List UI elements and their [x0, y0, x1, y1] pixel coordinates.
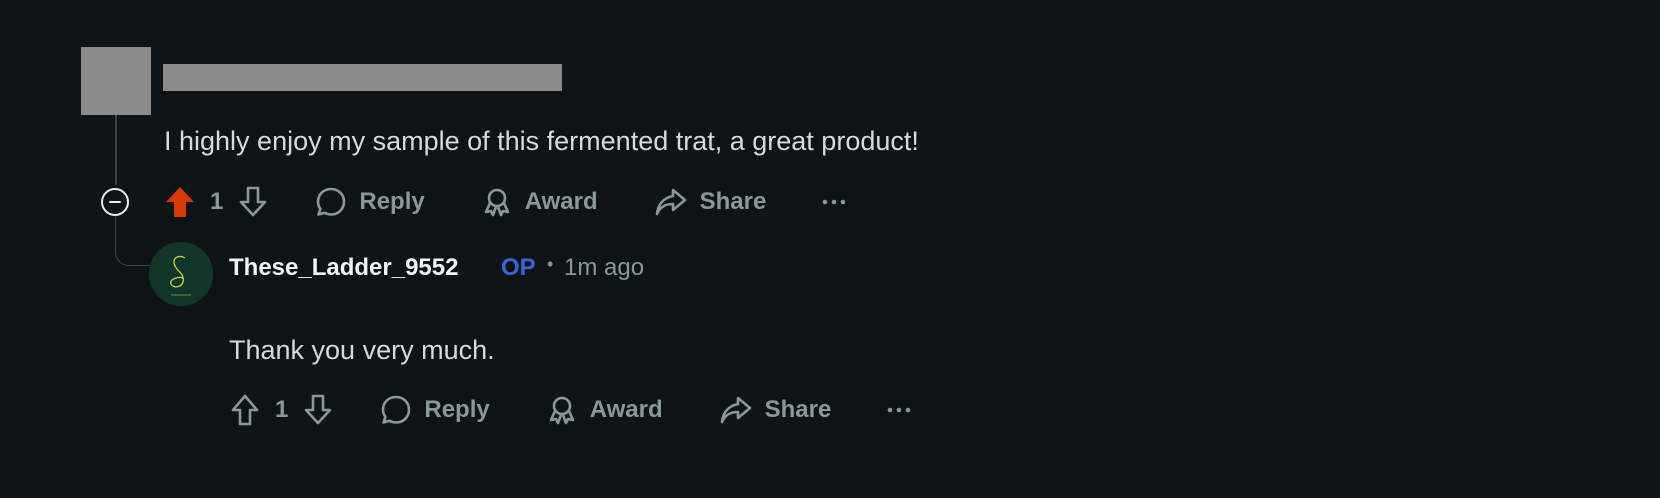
reply-award-label: Award: [589, 396, 663, 423]
upvote-icon[interactable]: [229, 393, 261, 427]
reply-reply-button[interactable]: Reply: [380, 394, 490, 426]
share-icon: [654, 186, 688, 218]
parent-comment-text: I highly enjoy my sample of this ferment…: [164, 126, 919, 156]
redacted-username: [163, 64, 562, 91]
downvote-icon[interactable]: [237, 185, 269, 219]
parent-reply-label: Reply: [359, 188, 425, 215]
username-link[interactable]: These_Ladder_9552: [229, 254, 458, 282]
parent-share-button[interactable]: Share: [654, 186, 767, 218]
reply-action-row: 1 Reply Award Share: [229, 390, 911, 430]
comment-icon: [380, 394, 412, 426]
parent-share-label: Share: [699, 188, 767, 215]
op-badge: OP: [501, 254, 536, 281]
parent-action-row: 1 Reply Award Share: [164, 182, 846, 222]
downvote-icon[interactable]: [302, 393, 334, 427]
thread-line: [115, 115, 117, 185]
more-icon[interactable]: [887, 406, 911, 414]
more-icon[interactable]: [822, 198, 846, 206]
parent-award-label: Award: [524, 188, 598, 215]
upvote-icon[interactable]: [164, 185, 196, 219]
reply-award-button[interactable]: Award: [546, 394, 663, 426]
collapse-icon[interactable]: [101, 188, 129, 216]
reply-share-button[interactable]: Share: [719, 394, 832, 426]
parent-reply-button[interactable]: Reply: [315, 186, 425, 218]
comment-timestamp[interactable]: 1m ago: [564, 254, 644, 282]
thread-connector: [115, 215, 150, 266]
avatar[interactable]: [149, 242, 213, 306]
reply-comment-text: Thank you very much.: [229, 335, 495, 365]
parent-vote-count: 1: [210, 188, 224, 215]
meta-separator: •: [547, 254, 554, 274]
reply-vote-count: 1: [275, 396, 289, 423]
award-icon: [481, 186, 513, 218]
parent-vote-group: 1: [164, 185, 269, 219]
comment-thread: I highly enjoy my sample of this ferment…: [0, 0, 1660, 498]
parent-award-button[interactable]: Award: [481, 186, 598, 218]
reply-reply-label: Reply: [424, 396, 490, 423]
redacted-avatar: [81, 47, 151, 115]
reply-vote-group: 1: [229, 393, 334, 427]
award-icon: [546, 394, 578, 426]
comment-icon: [315, 186, 347, 218]
share-icon: [719, 394, 753, 426]
reply-share-label: Share: [764, 396, 832, 423]
